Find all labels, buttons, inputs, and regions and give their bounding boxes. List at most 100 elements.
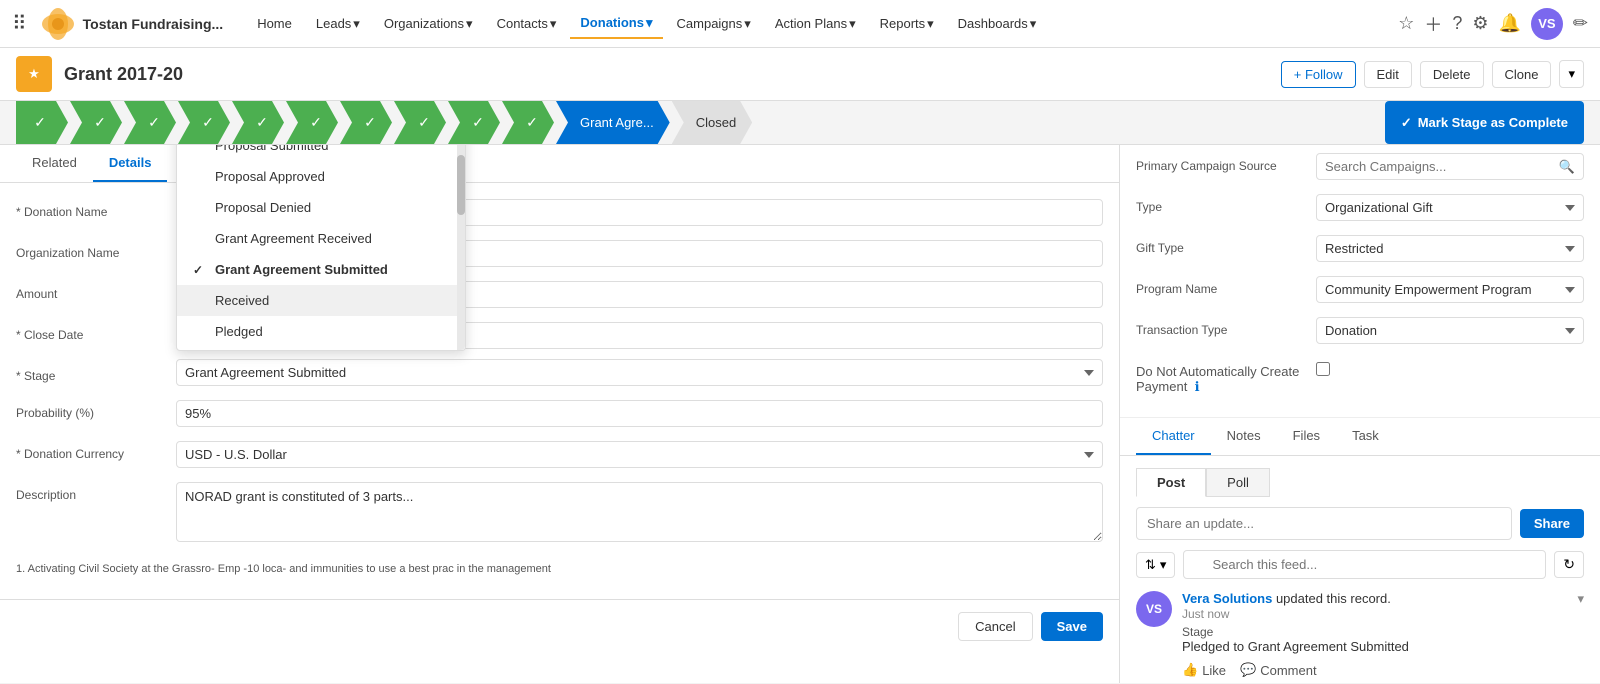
stage-closed[interactable]: Closed (672, 101, 752, 144)
nav-dashboards[interactable]: Dashboards ▾ (948, 10, 1047, 38)
nav-leads[interactable]: Leads ▾ (306, 10, 370, 38)
record-icon: ★ (16, 56, 52, 92)
mark-stage-complete-button[interactable]: ✓ Mark Stage as Complete (1385, 101, 1584, 144)
nav-home[interactable]: Home (247, 10, 302, 37)
stage-3[interactable]: ✓ (124, 101, 176, 144)
stage-9[interactable]: ✓ (448, 101, 500, 144)
no-payment-info-icon[interactable]: ℹ (1195, 379, 1200, 394)
probability-field (176, 400, 1103, 427)
stage-1[interactable]: ✓ (16, 101, 68, 144)
nav-organizations[interactable]: Organizations ▾ (374, 10, 483, 38)
app-launcher-icon[interactable]: ⠿ (12, 11, 27, 36)
favorites-icon[interactable]: ☆ (1398, 13, 1414, 34)
nav-donations[interactable]: Donations ▾ (570, 9, 662, 39)
record-title: Grant 2017-20 (64, 64, 183, 85)
probability-label: Probability (%) (16, 400, 176, 420)
delete-button[interactable]: Delete (1420, 61, 1484, 88)
stage-4[interactable]: ✓ (178, 101, 230, 144)
dropdown-scrollbar[interactable] (457, 145, 465, 350)
chatter-refresh-button[interactable]: ↻ (1554, 551, 1584, 578)
form-row-stage: * Stage Grant Agreement Submitted Propos… (16, 363, 1103, 386)
nav-reports[interactable]: Reports ▾ (870, 10, 944, 38)
comment-button[interactable]: 💬 Comment (1240, 662, 1317, 678)
chatter-sort-button[interactable]: ⇅ ▾ (1136, 552, 1175, 578)
nav-campaigns[interactable]: Campaigns ▾ (667, 10, 761, 38)
dropdown-item-proposal-approved[interactable]: Proposal Approved (177, 161, 465, 192)
dropdown-scroll[interactable]: Proposal Submitted Proposal Approved Pro… (177, 145, 465, 350)
stage-field: Grant Agreement Submitted Proposal Submi… (176, 363, 1103, 386)
probability-input[interactable] (176, 400, 1103, 427)
feed-action: updated this record. (1276, 591, 1391, 606)
tab-related[interactable]: Related (16, 145, 93, 182)
record-actions: + Follow Edit Delete Clone ▾ (1281, 60, 1584, 88)
notifications-icon[interactable]: 🔔 (1498, 13, 1520, 34)
tab-notes[interactable]: Notes (1211, 418, 1277, 455)
feed-avatar: VS (1136, 591, 1172, 627)
help-icon[interactable]: ? (1452, 13, 1462, 34)
right-row-no-payment: Do Not Automatically Create Payment ℹ (1136, 358, 1584, 395)
right-row-campaign: Primary Campaign Source 🔍 (1136, 153, 1584, 180)
tab-files[interactable]: Files (1277, 418, 1336, 455)
settings-icon[interactable]: ⚙ (1472, 13, 1488, 34)
stage-6[interactable]: ✓ (286, 101, 338, 144)
currency-select[interactable]: USD - U.S. Dollar (176, 441, 1103, 468)
nav-links: Home Leads ▾ Organizations ▾ Contacts ▾ … (247, 9, 1390, 39)
dropdown-item-grant-agreement-submitted[interactable]: ✓ Grant Agreement Submitted (177, 254, 465, 285)
chatter-poll-tab[interactable]: Poll (1206, 468, 1270, 497)
transaction-type-field: Donation (1316, 317, 1584, 344)
chatter-sub-tabs: Post Poll (1136, 468, 1584, 497)
follow-button[interactable]: + Follow (1281, 61, 1356, 88)
type-select[interactable]: Organizational Gift (1316, 194, 1584, 221)
stage-2[interactable]: ✓ (70, 101, 122, 144)
feed-options-icon[interactable]: ▾ (1577, 591, 1584, 607)
save-button[interactable]: Save (1041, 612, 1103, 641)
dropdown-scrollbar-thumb[interactable] (457, 155, 465, 215)
clone-button[interactable]: Clone (1492, 61, 1552, 88)
stage-7[interactable]: ✓ (340, 101, 392, 144)
edit-button[interactable]: Edit (1364, 61, 1412, 88)
tab-chatter[interactable]: Chatter (1136, 418, 1211, 455)
dropdown-item-proposal-submitted[interactable]: Proposal Submitted (177, 145, 465, 161)
stage-5[interactable]: ✓ (232, 101, 284, 144)
comment-icon: 💬 (1240, 662, 1256, 678)
dropdown-item-received[interactable]: Received Received (177, 285, 465, 316)
more-actions-button[interactable]: ▾ (1559, 60, 1584, 88)
amount-label: Amount (16, 281, 176, 301)
feed-stage-label: Stage (1182, 625, 1584, 639)
main-content: Related Details * Donation Name Organiza… (0, 145, 1600, 683)
like-button[interactable]: 👍 Like (1182, 662, 1226, 678)
description-textarea[interactable]: NORAD grant is constituted of 3 parts... (176, 482, 1103, 542)
no-payment-checkbox[interactable] (1316, 362, 1330, 376)
chatter-search-input[interactable] (1183, 550, 1546, 579)
stage-grant-agreement[interactable]: Grant Agre... (556, 101, 670, 144)
stage-10[interactable]: ✓ (502, 101, 554, 144)
share-button[interactable]: Share (1520, 509, 1584, 538)
dropdown-item-pledged[interactable]: Pledged (177, 316, 465, 347)
add-icon[interactable]: ＋ (1424, 11, 1442, 37)
dropdown-item-not-received[interactable]: Not Received (177, 347, 465, 350)
chatter-toolbar: ⇅ ▾ 🔍 ↻ (1136, 550, 1584, 579)
stage-select[interactable]: Grant Agreement Submitted (176, 359, 1103, 386)
nav-action-plans[interactable]: Action Plans ▾ (765, 10, 866, 38)
feed-author[interactable]: Vera Solutions (1182, 591, 1272, 606)
edit-page-icon[interactable]: ✏ (1573, 13, 1588, 34)
stage-dropdown: Proposal Submitted Proposal Approved Pro… (176, 145, 466, 351)
cancel-button[interactable]: Cancel (958, 612, 1032, 641)
right-row-transaction: Transaction Type Donation (1136, 317, 1584, 344)
stage-8[interactable]: ✓ (394, 101, 446, 144)
chatter-post-tab[interactable]: Post (1136, 468, 1206, 497)
program-name-select[interactable]: Community Empowerment Program (1316, 276, 1584, 303)
user-avatar[interactable]: VS (1531, 8, 1563, 40)
campaign-search-icon[interactable]: 🔍 (1559, 159, 1575, 175)
dropdown-item-grant-agreement-received[interactable]: Grant Agreement Received (177, 223, 465, 254)
gift-type-select[interactable]: Restricted (1316, 235, 1584, 262)
program-name-label: Program Name (1136, 276, 1316, 296)
tab-details[interactable]: Details (93, 145, 168, 182)
chatter-compose-input[interactable] (1136, 507, 1512, 540)
record-header: ★ Grant 2017-20 + Follow Edit Delete Clo… (0, 48, 1600, 101)
dropdown-item-proposal-denied[interactable]: Proposal Denied (177, 192, 465, 223)
campaign-search-input[interactable] (1317, 154, 1583, 179)
tab-task[interactable]: Task (1336, 418, 1395, 455)
transaction-type-select[interactable]: Donation (1316, 317, 1584, 344)
nav-contacts[interactable]: Contacts ▾ (487, 10, 567, 38)
